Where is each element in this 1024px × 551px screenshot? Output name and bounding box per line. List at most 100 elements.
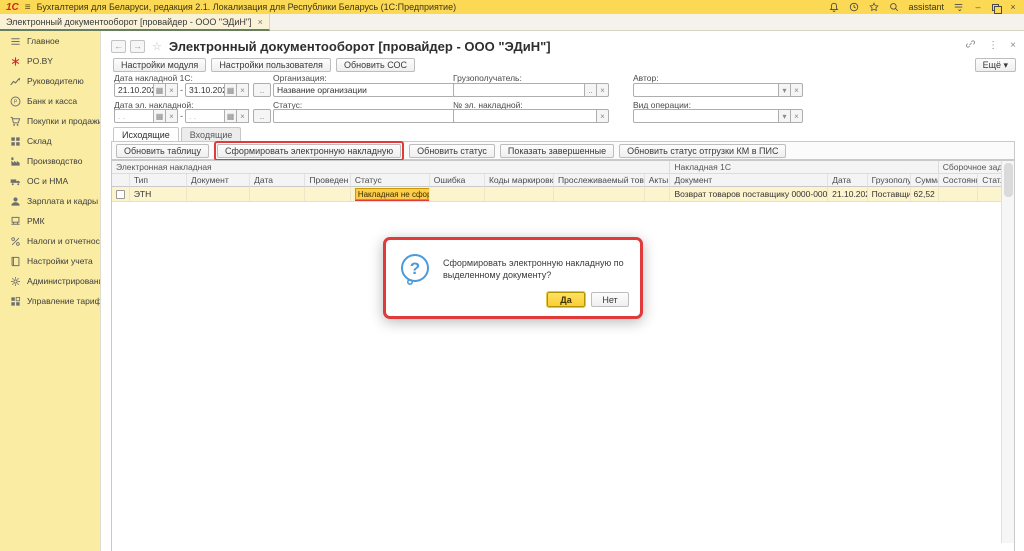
clear-icon[interactable]: × <box>166 83 178 97</box>
choose-icon[interactable]: .. <box>585 83 597 97</box>
period-choose-button[interactable]: .. <box>253 109 271 123</box>
edate-to-input[interactable]: . . <box>185 109 225 123</box>
clear-icon[interactable]: × <box>597 109 609 123</box>
sidebar-item-upravlenie-tarifom[interactable]: Управление тарифом <box>0 291 100 311</box>
cell-1c-document[interactable]: Возврат товаров поставщику 0000-000003 о… <box>670 187 828 201</box>
sidebar-item-proizvodstvo[interactable]: Производство <box>0 151 100 171</box>
show-completed-button[interactable]: Показать завершенные <box>500 144 614 158</box>
back-button[interactable]: ← <box>111 40 126 53</box>
cell-acts[interactable] <box>645 187 671 201</box>
sidebar-item-rukovoditelyu[interactable]: Руководителю <box>0 71 100 91</box>
tab-close-icon[interactable]: × <box>258 17 263 27</box>
cell-marking-codes[interactable] <box>485 187 554 201</box>
cell-error[interactable] <box>430 187 485 201</box>
organization-label: Организация: <box>273 73 327 83</box>
calendar-icon[interactable]: ▦ <box>154 109 166 123</box>
table-row[interactable]: ЭТН Накладная не сформирована Возврат то… <box>112 187 1002 202</box>
calendar-icon[interactable]: ▦ <box>225 83 237 97</box>
sidebar-item-glavnoe[interactable]: Главное <box>0 31 100 51</box>
po-by-icon <box>9 55 21 67</box>
tab-electronic-document-flow[interactable]: Электронный документооборот [провайдер -… <box>0 14 270 31</box>
clear-icon[interactable]: × <box>237 83 249 97</box>
refresh-sos-button[interactable]: Обновить СОС <box>336 58 415 72</box>
vertical-scrollbar-thumb[interactable] <box>1004 163 1013 197</box>
clear-icon[interactable]: × <box>166 109 178 123</box>
yes-button[interactable]: Да <box>547 292 585 307</box>
no-button[interactable]: Нет <box>591 292 629 307</box>
bank-icon: P <box>9 95 21 107</box>
tab-incoming[interactable]: Входящие <box>181 127 242 141</box>
svg-text:?: ? <box>410 259 420 278</box>
cell-1c-sum[interactable]: 62,52 <box>911 187 939 201</box>
user-settings-button[interactable]: Настройки пользователя <box>211 58 331 72</box>
tariff-icon <box>9 295 21 307</box>
sidebar-item-administrirovanie[interactable]: Администрирование <box>0 271 100 291</box>
user-name-label[interactable]: assistant <box>908 2 944 12</box>
sidebar-item-nalogi-i-otchetnost[interactable]: Налоги и отчетность <box>0 231 100 251</box>
documents-table: Электронная накладная Накладная 1С Сборо… <box>111 160 1015 551</box>
module-settings-button[interactable]: Настройки модуля <box>113 58 206 72</box>
vertical-scrollbar[interactable] <box>1001 161 1014 543</box>
row-checkbox[interactable] <box>116 190 125 199</box>
consignee-input[interactable] <box>453 83 585 97</box>
cell-date[interactable] <box>250 187 305 201</box>
annotation-highlight-box: Сформировать электронную накладную <box>214 141 404 161</box>
clear-icon[interactable]: × <box>237 109 249 123</box>
cell-status[interactable]: Накладная не сформирована <box>351 187 430 201</box>
refresh-status-button[interactable]: Обновить статус <box>409 144 495 158</box>
minimize-button[interactable]: – <box>973 2 983 12</box>
sidebar-item-os-i-nma[interactable]: ОС и НМА <box>0 171 100 191</box>
favorites-star-icon[interactable] <box>868 2 879 13</box>
calendar-icon[interactable]: ▦ <box>225 109 237 123</box>
main-menu-icon[interactable]: ≡ <box>25 2 31 13</box>
1c-logo: 1С <box>6 2 19 13</box>
sidebar-item-po-by[interactable]: PO.BY <box>0 51 100 71</box>
favorite-star-icon[interactable]: ☆ <box>152 40 162 53</box>
refresh-km-shipment-status-button[interactable]: Обновить статус отгрузки КМ в ПИС <box>619 144 786 158</box>
sidebar-item-bank-i-kassa[interactable]: P Банк и касса <box>0 91 100 111</box>
dropdown-icon[interactable]: ▾ <box>779 83 791 97</box>
sidebar-item-zarplata-i-kadry[interactable]: Зарплата и кадры <box>0 191 100 211</box>
enumber-input[interactable] <box>453 109 597 123</box>
form-close-icon[interactable]: × <box>1010 40 1016 51</box>
dropdown-icon[interactable]: ▾ <box>779 109 791 123</box>
cell-traceable-goods[interactable] <box>554 187 645 201</box>
cell-1c-consignee[interactable]: Поставщик. <box>868 187 911 201</box>
date-1c-to-input[interactable]: 31.10.2025 <box>185 83 225 97</box>
clear-icon[interactable]: × <box>597 83 609 97</box>
sidebar-item-sklad[interactable]: Склад <box>0 131 100 151</box>
sidebar-item-pokupki-i-prodazhi[interactable]: Покупки и продажи <box>0 111 100 131</box>
notifications-bell-icon[interactable] <box>828 2 839 13</box>
tab-outgoing[interactable]: Исходящие <box>113 127 179 141</box>
more-button[interactable]: Ещё ▾ <box>975 58 1016 72</box>
clear-icon[interactable]: × <box>791 109 803 123</box>
cell-type[interactable]: ЭТН <box>130 187 187 201</box>
view-settings-icon[interactable] <box>953 2 964 13</box>
calendar-icon[interactable]: ▦ <box>154 83 166 97</box>
form-more-menu-icon[interactable]: ⋮ <box>988 40 998 51</box>
refresh-table-button[interactable]: Обновить таблицу <box>116 144 209 158</box>
cell-assembly-status[interactable] <box>978 187 1002 201</box>
maximize-button[interactable] <box>992 4 999 11</box>
create-e-waybill-button[interactable]: Сформировать электронную накладную <box>217 144 401 158</box>
opkind-input[interactable] <box>633 109 779 123</box>
date-1c-from-input[interactable]: 21.10.2025 <box>114 83 154 97</box>
period-choose-button[interactable]: .. <box>253 83 271 97</box>
cell-assembly-state[interactable] <box>939 187 978 201</box>
sidebar-item-rmk[interactable]: РМК <box>0 211 100 231</box>
cell-posted[interactable] <box>305 187 350 201</box>
forward-button[interactable]: → <box>130 40 145 53</box>
group-waybill-1c: Накладная 1С <box>670 161 938 174</box>
search-icon[interactable] <box>888 2 899 13</box>
edate-from-input[interactable]: . . <box>114 109 154 123</box>
window-tab-bar: Электронный документооборот [провайдер -… <box>0 14 1024 31</box>
sidebar-item-nastroyki-ucheta[interactable]: Настройки учета <box>0 251 100 271</box>
cell-document[interactable] <box>187 187 250 201</box>
author-input[interactable] <box>633 83 779 97</box>
window-title-bar: 1С ≡ Бухгалтерия для Беларуси, редакция … <box>0 0 1024 14</box>
clear-icon[interactable]: × <box>791 83 803 97</box>
get-link-icon[interactable] <box>965 39 976 52</box>
cell-1c-date[interactable]: 21.10.2025 <box>828 187 867 201</box>
window-close-button[interactable]: × <box>1008 2 1018 12</box>
history-icon[interactable] <box>848 2 859 13</box>
